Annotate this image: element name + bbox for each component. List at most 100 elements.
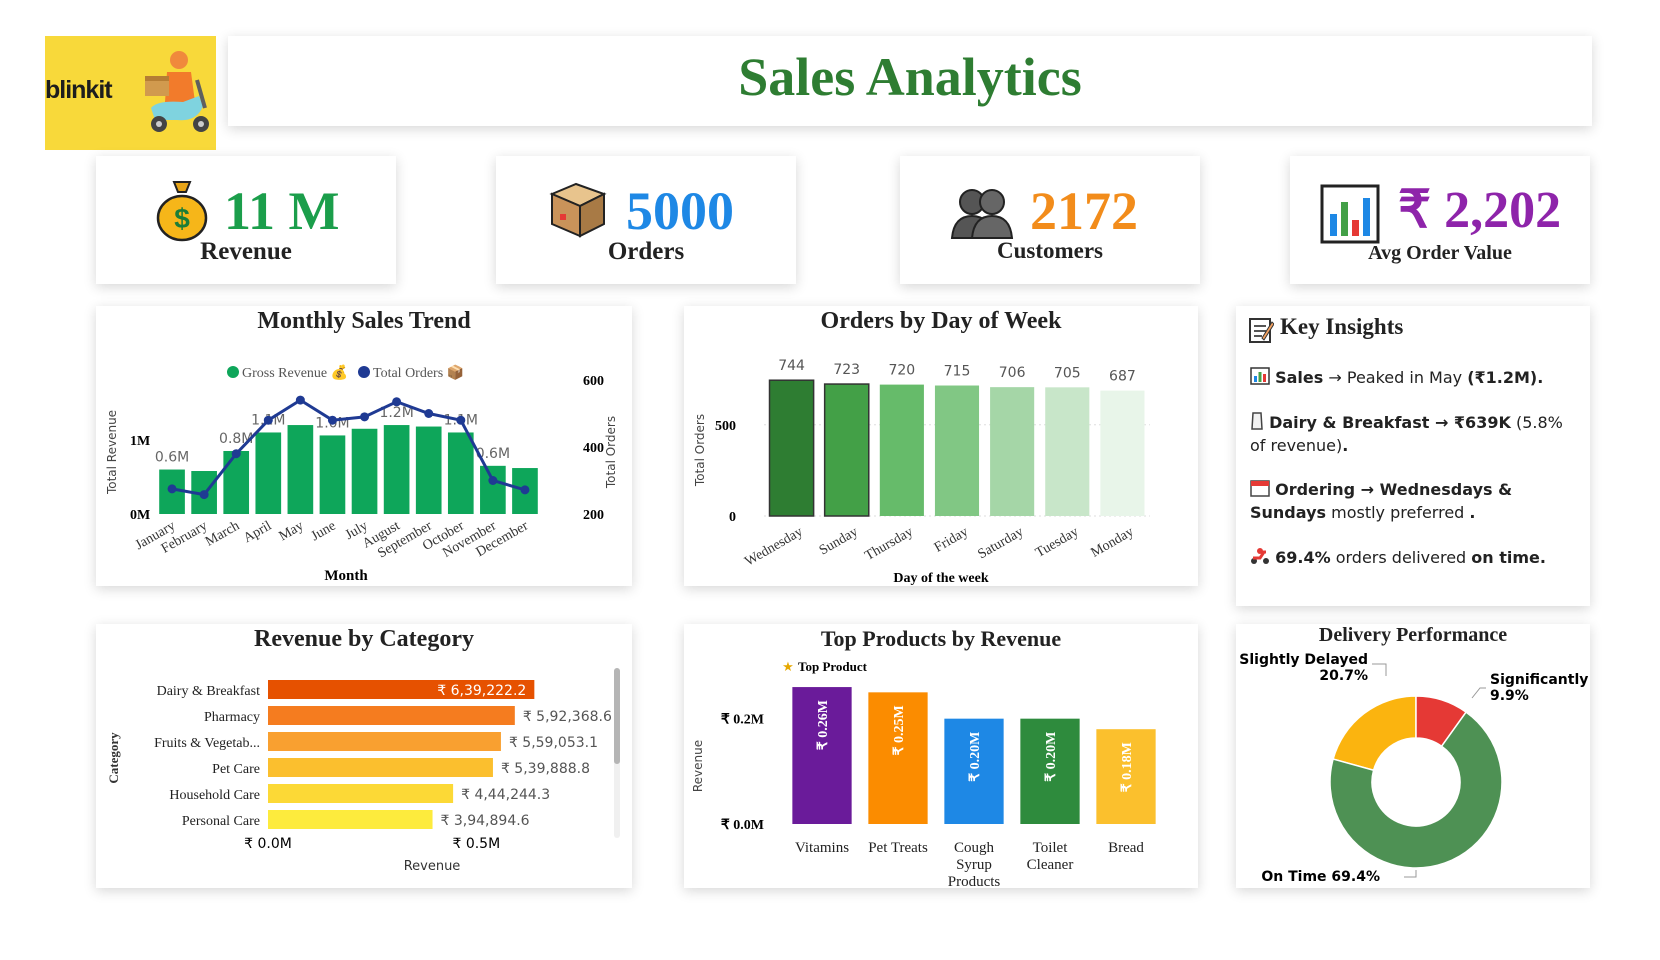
bar [1100, 390, 1145, 516]
orders-by-day-card: Orders by Day of Week 0 500 Total Orders 74… [684, 306, 1198, 586]
scrollbar[interactable] [614, 668, 620, 838]
x-tick-label: April [241, 518, 274, 546]
revenue-by-category-card: Revenue by Category Dairy & Breakfast ₹ 6… [96, 624, 632, 888]
y-tick-label: 1M [130, 434, 150, 449]
orders-by-day-chart: 0 500 Total Orders 744 Wednesday 723 Sunday 720… [693, 358, 1150, 586]
x-axis-label: Revenue [404, 859, 461, 874]
bar [383, 425, 410, 514]
line-point [327, 415, 337, 425]
x-tick-label: Sunday [817, 524, 861, 558]
line-point [263, 415, 273, 425]
insight-item: Dairy & Breakfast → ₹639K (5.8% of reven… [1250, 412, 1563, 455]
data-label: 720 [888, 363, 915, 379]
x-tick-label: Saturday [976, 524, 1027, 562]
y-tick-label: Household Care [169, 788, 260, 803]
chart-title: Top Products by Revenue [820, 626, 1062, 651]
data-label: ₹ 0.26M [816, 700, 831, 750]
data-label: ₹ 6,39,222.2 [437, 683, 526, 699]
svg-text:$: $ [174, 203, 190, 234]
data-label: ₹ 5,39,888.8 [501, 761, 590, 777]
top-products-chart: ★ Top Product ₹ 0.0M ₹ 0.2M Revenue ₹ 0.26M Vi… [691, 659, 1156, 888]
bar [1045, 387, 1090, 516]
bar [934, 385, 980, 516]
x-tick-label: Friday [932, 524, 971, 555]
slice-label: Slightly Delayed [1239, 652, 1368, 668]
y-tick-label: 0M [130, 508, 150, 523]
data-label: ₹ 0.20M [968, 732, 983, 782]
bar [990, 387, 1035, 516]
bar [879, 384, 924, 516]
x-tick-label: Toilet [1033, 840, 1069, 856]
insight-item: Ordering → Wednesdays & Sundays mostly p… [1250, 480, 1513, 522]
title-banner: Sales Analytics [228, 36, 1592, 126]
slice-value: 9.9% [1490, 688, 1529, 704]
line-point [199, 490, 209, 500]
data-label: 687 [1109, 369, 1136, 385]
customers-icon [950, 189, 1014, 239]
x-axis-label: Day of the week [893, 571, 988, 586]
x-tick-label: Bread [1108, 840, 1144, 856]
chart-title: Monthly Sales Trend [257, 308, 471, 334]
slice-label: On Time 69.4% [1261, 869, 1380, 885]
chart-title: Delivery Performance [1318, 624, 1508, 646]
leader-line [1372, 663, 1387, 676]
line-point [424, 409, 434, 418]
x-tick-label: March [203, 518, 242, 549]
y-axis-label: Total Orders [693, 414, 707, 487]
star-icon: ★ [782, 659, 794, 674]
data-label: ₹ 0.20M [1044, 732, 1059, 782]
kpi-value: 11 M [224, 181, 340, 241]
bar [223, 451, 250, 514]
line-point [520, 485, 530, 495]
kpi-label: Revenue [200, 238, 292, 265]
kpi-label: Orders [607, 238, 685, 265]
scrollbar-thumb[interactable] [614, 668, 620, 764]
logo-text: blinkit [45, 76, 113, 104]
legend-marker [227, 366, 239, 378]
x-axis-label: Month [324, 568, 368, 584]
bar [480, 465, 506, 514]
line-point [231, 449, 241, 459]
y-tick-label: 0 [729, 510, 736, 525]
data-label: 723 [833, 362, 860, 378]
bar [268, 810, 433, 829]
kpi-card-customers: 2172 Customers [900, 156, 1200, 284]
kpi-label: Avg Order Value [1368, 242, 1512, 264]
leader-line [1471, 687, 1486, 699]
chart-title: Revenue by Category [254, 626, 474, 652]
data-label: 705 [1054, 365, 1081, 381]
data-label: ₹ 5,92,368.6 [523, 709, 612, 725]
data-label: 744 [778, 358, 805, 374]
kpi-label: Customers [996, 238, 1104, 263]
data-label: ₹ 3,94,894.6 [441, 813, 530, 829]
x-tick-label: Syrup [956, 857, 992, 873]
y2-tick-label: 600 [583, 374, 604, 389]
insights-title: Key Insights [1280, 314, 1404, 339]
kpi-card-revenue: $ 11 M Revenue [96, 156, 396, 284]
bar [319, 435, 346, 514]
chart-icon [1250, 367, 1270, 385]
insight-item: 69.4% orders delivered on time. [1250, 546, 1576, 569]
data-label: ₹ 5,59,053.1 [509, 735, 598, 751]
line-point [167, 484, 177, 494]
x-tick-label: Monday [1089, 524, 1137, 560]
line-point [392, 397, 402, 407]
delivery-performance-chart: Slightly Delayed20.7% Significantly ...9.… [1239, 652, 1590, 885]
x-tick-label: Vitamins [795, 840, 849, 856]
bar [351, 428, 378, 514]
bar [268, 706, 515, 725]
y-tick-label: Dairy & Breakfast [157, 684, 261, 699]
data-label: ₹ 0.25M [892, 705, 907, 755]
y2-axis-label: Total Orders [604, 416, 618, 489]
package-icon [549, 182, 607, 238]
bar [287, 425, 314, 514]
line-point [456, 415, 466, 425]
y-axis-label: Category [106, 732, 121, 784]
x-tick-label: Wednesday [742, 524, 805, 569]
money-bag-icon: $ [156, 181, 208, 242]
y-tick-label: Fruits & Vegetab... [154, 736, 260, 751]
x-tick-label: ₹ 0.0M [244, 836, 292, 852]
leader-line [1404, 870, 1417, 878]
bar [255, 432, 282, 514]
kpi-value: 5000 [626, 181, 734, 241]
